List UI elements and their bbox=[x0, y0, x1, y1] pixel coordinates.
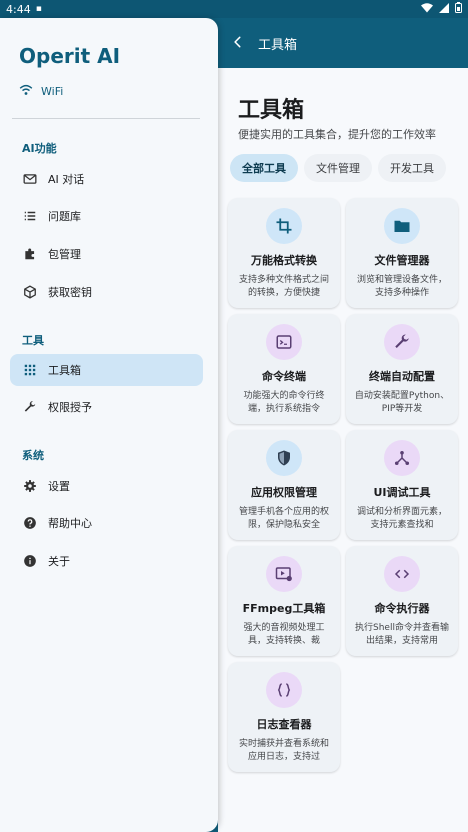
network-label: WiFi bbox=[41, 85, 64, 98]
nav-item-label: 获取密钥 bbox=[48, 286, 92, 299]
navigation-drawer: Operit AI WiFi AI功能 AI 对话 问题库 包管理 获取密钥 工… bbox=[0, 18, 218, 832]
battery-icon bbox=[455, 2, 462, 16]
page-subtitle: 便捷实用的工具集合，提升您的工作效率 bbox=[238, 128, 436, 141]
tool-card-app-permissions[interactable]: 应用权限管理 管理手机各个应用的权限，保护隐私安全 bbox=[228, 430, 340, 540]
tool-card-title: 命令执行器 bbox=[374, 602, 430, 615]
section-title-ai: AI功能 bbox=[22, 142, 57, 155]
gear-icon bbox=[22, 478, 38, 494]
nav-item-question-bank[interactable]: 问题库 bbox=[10, 200, 203, 232]
tool-card-title: 文件管理器 bbox=[374, 254, 430, 267]
tool-card-ffmpeg[interactable]: FFmpeg工具箱 强大的音视频处理工具，支持转换、裁 bbox=[228, 546, 340, 656]
cube-icon bbox=[22, 284, 38, 300]
tool-card-desc: 调试和分析界面元素，支持元素查找和 bbox=[356, 507, 447, 530]
crop-icon bbox=[266, 208, 302, 244]
tool-card-terminal-autoconfig[interactable]: 终端自动配置 自动安装配置Python、PIP等开发 bbox=[346, 314, 458, 424]
section-title-tools: 工具 bbox=[22, 334, 44, 347]
nav-item-label: 包管理 bbox=[48, 248, 81, 261]
folder-icon bbox=[384, 208, 420, 244]
nav-item-get-key[interactable]: 获取密钥 bbox=[10, 276, 203, 308]
nav-item-package-manager[interactable]: 包管理 bbox=[10, 238, 203, 270]
nav-item-label: 问题库 bbox=[48, 210, 81, 223]
terminal-icon bbox=[266, 324, 302, 360]
tool-card-title: UI调试工具 bbox=[373, 486, 431, 499]
tool-card-desc: 自动安装配置Python、PIP等开发 bbox=[354, 391, 450, 414]
braces-icon bbox=[266, 672, 302, 708]
drawer-divider bbox=[12, 118, 200, 119]
sim-icon: ▪ bbox=[35, 4, 42, 14]
tool-card-title: FFmpeg工具箱 bbox=[242, 602, 326, 615]
signal-icon bbox=[439, 2, 449, 16]
nav-item-toolbox[interactable]: 工具箱 bbox=[10, 354, 203, 386]
help-icon bbox=[22, 515, 38, 531]
page-title: 工具箱 bbox=[238, 98, 305, 123]
tab-dev-tools[interactable]: 开发工具 bbox=[378, 154, 446, 182]
nav-item-ai-chat[interactable]: AI 对话 bbox=[10, 163, 203, 195]
tool-card-title: 终端自动配置 bbox=[369, 370, 435, 383]
tool-card-title: 万能格式转换 bbox=[251, 254, 317, 267]
info-icon bbox=[22, 553, 38, 569]
tree-icon bbox=[384, 440, 420, 476]
tool-card-log-viewer[interactable]: 日志查看器 实时捕获并查看系统和应用日志，支持过 bbox=[228, 662, 340, 772]
tool-card-desc: 强大的音视频处理工具，支持转换、裁 bbox=[243, 623, 325, 646]
wifi-icon bbox=[19, 84, 33, 99]
app-title: Operit AI bbox=[19, 44, 121, 68]
tab-file-management[interactable]: 文件管理 bbox=[304, 154, 372, 182]
list-icon bbox=[22, 208, 38, 224]
app-bar-title: 工具箱 bbox=[258, 37, 298, 53]
grid-icon bbox=[22, 362, 38, 378]
tool-card-desc: 功能强大的命令行终端，执行系统指令 bbox=[243, 391, 325, 414]
tool-card-desc: 浏览和管理设备文件，支持多种操作 bbox=[356, 275, 447, 298]
tool-card-title: 命令终端 bbox=[262, 370, 306, 383]
shield-icon bbox=[266, 440, 302, 476]
nav-item-permissions[interactable]: 权限授予 bbox=[10, 391, 203, 423]
back-arrow-icon[interactable] bbox=[218, 33, 258, 54]
nav-item-label: 工具箱 bbox=[48, 364, 81, 377]
section-title-system: 系统 bbox=[22, 449, 44, 462]
nav-item-help-center[interactable]: 帮助中心 bbox=[10, 507, 203, 539]
app-bar: 工具箱 bbox=[218, 18, 468, 68]
tool-card-command-runner[interactable]: 命令执行器 执行Shell命令并查看输出结果，支持常用 bbox=[346, 546, 458, 656]
nav-item-label: 关于 bbox=[48, 555, 70, 568]
nav-item-label: 帮助中心 bbox=[48, 517, 92, 530]
wrench-icon bbox=[22, 399, 38, 415]
tool-card-title: 应用权限管理 bbox=[251, 486, 317, 499]
nav-item-about[interactable]: 关于 bbox=[10, 545, 203, 577]
tool-card-desc: 实时捕获并查看系统和应用日志，支持过 bbox=[238, 739, 329, 762]
tool-card-ui-debugger[interactable]: UI调试工具 调试和分析界面元素，支持元素查找和 bbox=[346, 430, 458, 540]
code-icon bbox=[384, 556, 420, 592]
network-status: WiFi bbox=[19, 84, 63, 99]
tool-card-terminal[interactable]: 命令终端 功能强大的命令行终端，执行系统指令 bbox=[228, 314, 340, 424]
filter-tabs: 全部工具 文件管理 开发工具 bbox=[230, 154, 446, 182]
tool-card-format-converter[interactable]: 万能格式转换 支持多种文件格式之间的转换，方便快捷 bbox=[228, 198, 340, 308]
wrench-icon bbox=[384, 324, 420, 360]
nav-item-label: 权限授予 bbox=[48, 401, 92, 414]
nav-item-label: AI 对话 bbox=[48, 173, 85, 186]
tool-card-desc: 支持多种文件格式之间的转换，方便快捷 bbox=[238, 275, 329, 298]
tool-card-file-manager[interactable]: 文件管理器 浏览和管理设备文件，支持多种操作 bbox=[346, 198, 458, 308]
nav-item-settings[interactable]: 设置 bbox=[10, 470, 203, 502]
wifi-signal-icon bbox=[421, 2, 433, 16]
tool-card-desc: 执行Shell命令并查看输出结果，支持常用 bbox=[355, 623, 449, 646]
nav-item-label: 设置 bbox=[48, 480, 70, 493]
tool-card-desc: 管理手机各个应用的权限，保护隐私安全 bbox=[238, 507, 329, 530]
tab-all-tools[interactable]: 全部工具 bbox=[230, 154, 298, 182]
video-settings-icon bbox=[266, 556, 302, 592]
toolbox-page: 工具箱 便捷实用的工具集合，提升您的工作效率 全部工具 文件管理 开发工具 万能… bbox=[218, 68, 468, 832]
mail-icon bbox=[22, 171, 38, 187]
status-time: 4:44 bbox=[6, 2, 31, 16]
status-bar: 4:44 ▪ bbox=[0, 0, 468, 18]
tool-card-title: 日志查看器 bbox=[256, 718, 312, 731]
puzzle-icon bbox=[22, 246, 38, 262]
tool-grid: 万能格式转换 支持多种文件格式之间的转换，方便快捷 文件管理器 浏览和管理设备文… bbox=[228, 198, 462, 772]
